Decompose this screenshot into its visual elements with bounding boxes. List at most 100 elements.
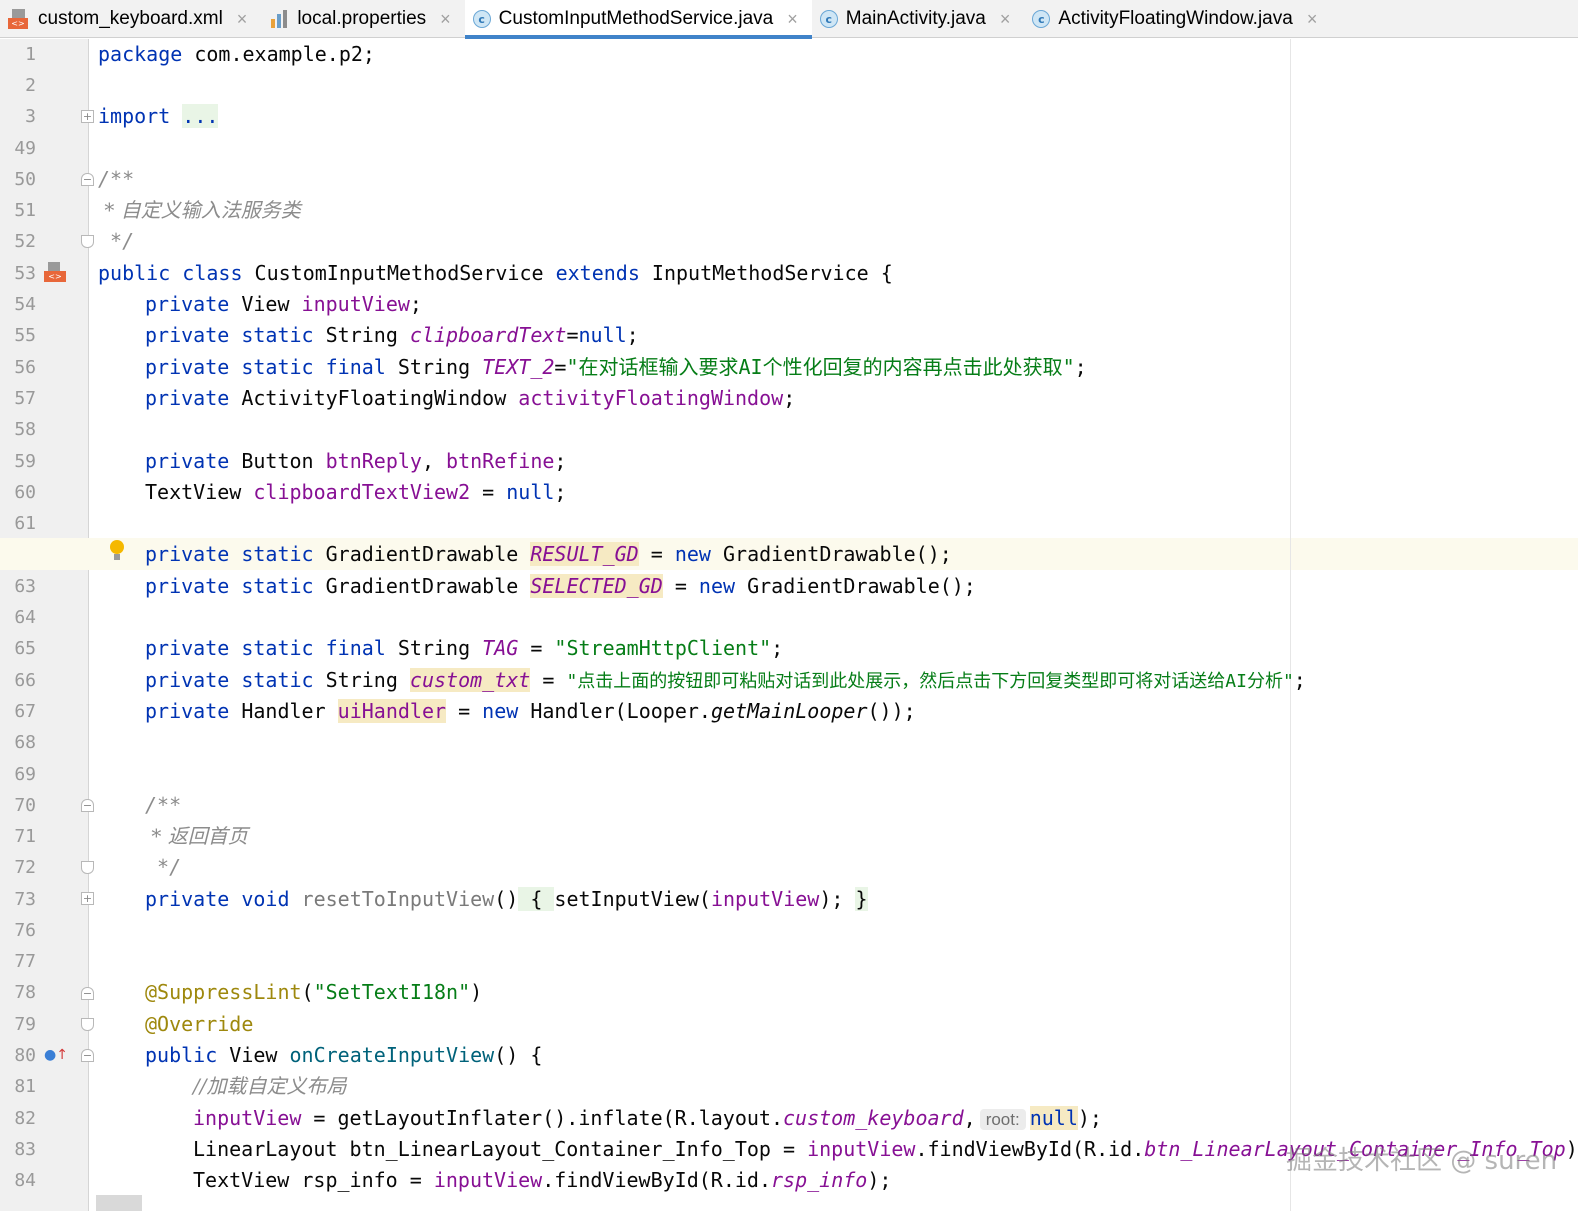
java-class-icon: c <box>1032 10 1051 28</box>
code-line: private static GradientDrawable RESULT_G… <box>145 542 952 566</box>
code-line: TextView rsp_info = inputView.findViewBy… <box>193 1168 892 1192</box>
tab-activity-floating-window[interactable]: c ActivityFloatingWindow.java × <box>1024 0 1331 38</box>
line-number[interactable]: 58 <box>0 414 36 445</box>
java-class-icon: c <box>472 10 491 28</box>
line-number[interactable]: 71 <box>0 821 36 852</box>
fold-icon[interactable]: − <box>81 173 94 186</box>
code-line: public class CustomInputMethodService ex… <box>98 261 893 285</box>
code-line: //加载自定义布局 <box>193 1074 347 1098</box>
close-icon[interactable]: × <box>1307 9 1318 30</box>
code-line: private ActivityFloatingWindow activityF… <box>145 386 796 410</box>
line-number[interactable]: 64 <box>0 602 36 633</box>
line-number[interactable]: 56 <box>0 352 36 383</box>
code-line: private Button btnReply, btnRefine; <box>145 449 567 473</box>
line-number[interactable]: 63 <box>0 571 36 602</box>
code-line: private View inputView; <box>145 292 422 316</box>
line-number[interactable]: 69 <box>0 759 36 790</box>
expand-fold-icon[interactable]: + <box>81 110 94 123</box>
code-line: /** <box>98 167 135 191</box>
line-number[interactable]: 73 <box>0 884 36 915</box>
line-number[interactable]: 51 <box>0 195 36 226</box>
code-line: * 自定义输入法服务类 <box>98 198 301 222</box>
layout-file-gutter-icon[interactable]: <> <box>44 262 66 284</box>
line-number[interactable]: 81 <box>0 1071 36 1102</box>
fold-icon[interactable]: − <box>81 1049 94 1062</box>
fold-end-icon[interactable] <box>81 235 94 248</box>
code-line: public View onCreateInputView() { <box>145 1043 543 1067</box>
tab-custom-keyboard-xml[interactable]: <> custom_keyboard.xml × <box>0 0 261 38</box>
line-number[interactable]: 57 <box>0 383 36 414</box>
code-line: @Override <box>145 1012 254 1036</box>
code-line: private static final String TEXT_2="在对话框… <box>145 355 1087 379</box>
fold-end-icon[interactable] <box>81 1018 94 1031</box>
code-line: TextView clipboardTextView2 = null; <box>145 480 567 504</box>
editor-tab-bar: <> custom_keyboard.xml × local.propertie… <box>0 0 1578 39</box>
code-line: private void resetToInputView() { setInp… <box>145 887 868 911</box>
line-number[interactable]: 82 <box>0 1103 36 1134</box>
line-number[interactable]: 59 <box>0 446 36 477</box>
parameter-hint: root: <box>979 1109 1026 1130</box>
expand-fold-icon[interactable]: + <box>81 892 94 905</box>
properties-file-icon <box>269 8 289 30</box>
code-line: private static GradientDrawable SELECTED… <box>145 574 976 598</box>
watermark: 掘金技术社区 @ suren <box>1286 1146 1558 1176</box>
close-icon[interactable]: × <box>440 9 451 30</box>
line-number[interactable]: 68 <box>0 727 36 758</box>
horizontal-scrollbar[interactable] <box>96 1195 142 1211</box>
line-number[interactable]: 83 <box>0 1134 36 1165</box>
right-margin-guide <box>1290 39 1291 1211</box>
code-line: package com.example.p2; <box>98 42 375 66</box>
line-number[interactable]: 50 <box>0 164 36 195</box>
tab-label: custom_keyboard.xml <box>38 8 223 29</box>
line-number[interactable]: 3 <box>0 101 36 132</box>
code-line: /** <box>145 793 182 817</box>
java-class-icon: c <box>819 10 838 28</box>
line-number[interactable]: 65 <box>0 633 36 664</box>
fold-end-icon[interactable] <box>81 861 94 874</box>
line-number[interactable]: 1 <box>0 39 36 70</box>
line-number[interactable]: 84 <box>0 1165 36 1196</box>
code-line: private static String clipboardText=null… <box>145 323 639 347</box>
gutter-divider <box>88 39 89 1211</box>
code-line: private static final String TAG = "Strea… <box>145 636 784 660</box>
tab-main-activity[interactable]: c MainActivity.java × <box>812 0 1025 38</box>
line-number[interactable]: 52 <box>0 226 36 257</box>
code-line: * 返回首页 <box>145 824 248 848</box>
fold-icon[interactable]: − <box>81 799 94 812</box>
tab-local-properties[interactable]: local.properties × <box>261 0 464 38</box>
fold-icon[interactable]: − <box>81 987 94 1000</box>
folded-imports[interactable]: ... <box>182 104 219 128</box>
line-number[interactable]: 78 <box>0 977 36 1008</box>
line-number[interactable]: 2 <box>0 70 36 101</box>
code-line: */ <box>98 229 135 253</box>
line-number[interactable]: 53 <box>0 258 36 289</box>
close-icon[interactable]: × <box>787 9 798 30</box>
line-number[interactable]: 61 <box>0 508 36 539</box>
tab-label: ActivityFloatingWindow.java <box>1058 8 1293 29</box>
code-line: private static String custom_txt = "点击上面… <box>145 668 1306 692</box>
line-number[interactable]: 67 <box>0 696 36 727</box>
overrides-method-icon[interactable]: ●↑ <box>44 1046 68 1064</box>
line-number[interactable]: 60 <box>0 477 36 508</box>
lightbulb-icon[interactable] <box>110 540 124 562</box>
tab-label: local.properties <box>297 8 427 29</box>
tab-label: MainActivity.java <box>845 8 986 29</box>
code-line: private Handler uiHandler = new Handler(… <box>145 699 916 723</box>
tab-label: CustomInputMethodService.java <box>498 8 774 29</box>
line-number[interactable]: 54 <box>0 289 36 320</box>
line-number[interactable]: 49 <box>0 133 36 164</box>
line-number[interactable]: 80 <box>0 1040 36 1071</box>
code-line: */ <box>145 855 182 879</box>
close-icon[interactable]: × <box>237 9 248 30</box>
line-number[interactable]: 66 <box>0 665 36 696</box>
line-number[interactable]: 55 <box>0 320 36 351</box>
close-icon[interactable]: × <box>1000 9 1011 30</box>
line-number[interactable]: 72 <box>0 852 36 883</box>
tab-custom-input-method-service[interactable]: c CustomInputMethodService.java × <box>464 0 812 39</box>
line-number[interactable]: 76 <box>0 915 36 946</box>
code-line: @SuppressLint("SetTextI18n") <box>145 980 483 1004</box>
line-number[interactable]: 77 <box>0 946 36 977</box>
xml-file-icon: <> <box>8 8 30 30</box>
line-number[interactable]: 70 <box>0 790 36 821</box>
line-number[interactable]: 79 <box>0 1009 36 1040</box>
